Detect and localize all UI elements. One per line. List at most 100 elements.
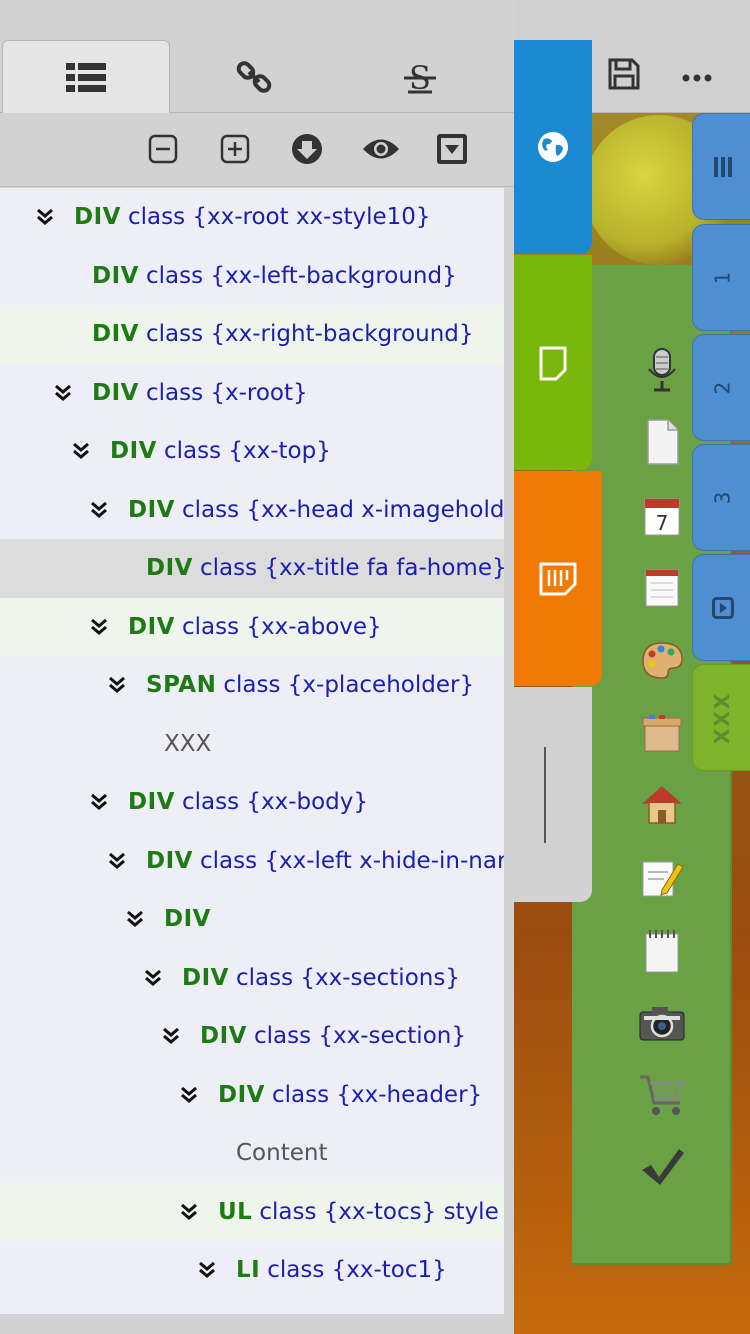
handle-icon [544,746,546,843]
tree-attributes: class {x-root} [145,379,308,406]
tree-row[interactable]: LI class {xx-toc1} [0,1241,504,1300]
tree-tag-name: DIV [146,555,193,582]
right-tab-1[interactable]: 1 [692,224,750,331]
right-tab-bars[interactable] [692,113,750,220]
more-icon [682,74,712,82]
tree-tag-name: DIV [200,1023,247,1050]
tree-row[interactable]: UL class {xx-tocs} style [0,1182,504,1241]
right-tab-2[interactable]: 2 [692,334,750,441]
tree-row[interactable]: DIV class {xx-top} [0,422,504,481]
note-icon [539,346,567,380]
save-icon [608,58,640,90]
right-tab-3[interactable]: 3 [692,444,750,551]
save-button[interactable] [608,58,640,94]
tree-attributes: class {xx-left-background} [145,262,457,289]
side-tab-globe[interactable] [514,40,592,254]
expand-chevron-icon[interactable] [144,968,162,988]
tab-links[interactable] [172,40,336,113]
checkmark-icon[interactable] [637,1143,687,1193]
side-tab-handle[interactable] [514,687,592,902]
tree-row[interactable]: DIVclass {xx-left x-hide-in-narrow} [0,832,504,891]
document-icon[interactable] [637,417,687,467]
tree-tag-name: DIV [92,321,139,348]
dom-inspector-panel: S DIV class {xx-root xx-style10} DIV cla… [0,0,514,1334]
palette-icon[interactable] [637,635,687,685]
tree-tag-name: DIV [128,789,175,816]
cart-icon[interactable] [637,1071,687,1121]
tree-row[interactable]: XXX [0,715,504,774]
more-button[interactable] [682,68,712,87]
tree-tag-name: UL [218,1198,253,1225]
expand-button[interactable] [217,131,253,167]
tree-attributes: class {x-placeholder} [223,672,475,699]
tree-tag-name: DIV [110,438,157,465]
expand-chevron-icon[interactable] [90,792,108,812]
house-icon[interactable] [637,780,687,830]
tree-row[interactable]: DIV class {xx-header} [0,1066,504,1125]
tree-row[interactable]: DIV class {xx-title fa fa-home} [0,539,504,598]
box-icon[interactable] [637,708,687,758]
tree-tag-name: DIV [128,496,175,523]
tree-row[interactable]: DIV class {x-root} [0,364,504,423]
tree-tag-name: DIV [92,262,139,289]
tree-row[interactable]: DIVclass {xx-head x-imageholder} [0,481,504,540]
expand-chevron-icon[interactable] [72,441,90,461]
dom-tree: DIV class {xx-root xx-style10} DIV class {x… [0,188,504,1314]
tree-row[interactable]: Content [0,1124,504,1183]
expand-chevron-icon[interactable] [54,383,72,403]
tree-attributes: class {xx-left x-hide-in-narrow} [199,847,504,874]
inspector-tabbar: S [0,0,514,114]
inspector-toolbar [0,113,514,187]
tab-strikethrough[interactable]: S [338,40,502,113]
expand-chevron-icon[interactable] [108,675,126,695]
strikethrough-icon: S [404,59,436,95]
expand-chevron-icon[interactable] [198,1260,216,1280]
expand-chevron-icon[interactable] [108,851,126,871]
tree-row[interactable]: DIV class {xx-root xx-style10} [0,188,504,247]
expand-icon [220,134,250,164]
side-tab-note[interactable] [514,255,592,470]
side-tab-ruler-note[interactable] [514,471,602,686]
expand-chevron-icon[interactable] [126,909,144,929]
dropdown-box-button[interactable] [434,131,470,167]
tree-tag-name: DIV [164,906,211,933]
expand-chevron-icon[interactable] [36,207,54,227]
tree-tag-name: SPAN [146,672,217,699]
collapse-icon [148,134,178,164]
tree-row[interactable]: DIV class {xx-right-background} [0,305,504,364]
right-tab-play[interactable] [692,554,750,661]
spiral-note-icon[interactable] [637,926,687,976]
expand-chevron-icon[interactable] [162,1026,180,1046]
calendar-icon[interactable]: 7 [637,490,687,540]
tree-attributes: class {xx-sections} [235,964,460,991]
tree-row[interactable]: DIV class {xx-above} [0,597,504,656]
eye-button[interactable] [361,131,401,167]
camera-icon[interactable] [637,998,687,1048]
download-icon [292,134,322,164]
tree-row[interactable]: DIV class {xx-left-background} [0,247,504,306]
tree-row[interactable]: DIV class {xx-section} [0,1007,504,1066]
tree-row[interactable]: SPAN class {x-placeholder} [0,656,504,715]
expand-chevron-icon[interactable] [90,500,108,520]
tree-row[interactable]: DIV class {xx-sections} [0,949,504,1008]
microphone-icon[interactable] [637,345,687,395]
tree-row[interactable]: DIV class {xx-body} [0,773,504,832]
pencil-note-icon[interactable] [637,853,687,903]
tree-attributes: class {xx-title fa fa-home} [199,555,504,582]
tree-tag-name: DIV [218,1081,265,1108]
download-button[interactable] [289,131,325,167]
expand-chevron-icon[interactable] [180,1085,198,1105]
collapse-button[interactable] [145,131,181,167]
notepad-icon[interactable] [637,562,687,612]
expand-chevron-icon[interactable] [180,1202,198,1222]
list-icon [66,62,106,92]
expand-chevron-icon[interactable] [90,617,108,637]
tree-tag-name: DIV [146,847,193,874]
app-preview: 7 1 2 3 XXX [514,0,750,1334]
ruler-note-icon [539,562,577,595]
right-tab-xxx[interactable]: XXX [692,664,750,771]
link-icon [236,60,272,93]
bars-icon [713,156,732,177]
tree-row[interactable]: DIV [0,890,504,949]
tab-tree[interactable] [2,40,170,114]
